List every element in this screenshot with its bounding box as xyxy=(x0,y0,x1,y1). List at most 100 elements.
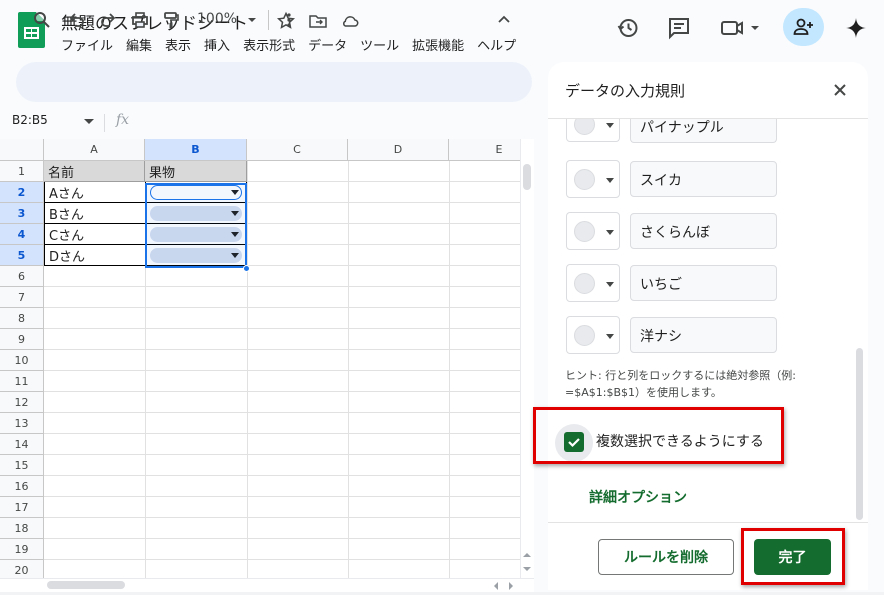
scroll-left-icon[interactable] xyxy=(492,581,500,591)
row-header-8[interactable]: 8 xyxy=(0,308,44,329)
menu-help[interactable]: ヘルプ xyxy=(477,35,516,54)
menu-tools[interactable]: ツール xyxy=(360,35,399,54)
column-header-d[interactable]: D xyxy=(348,139,449,161)
vertical-scroll-thumb[interactable] xyxy=(523,164,531,190)
menu-bar: ファイル 編集 表示 挿入 表示形式 データ ツール 拡張機能 ヘルプ xyxy=(61,35,529,54)
chevron-up-icon[interactable] xyxy=(494,10,514,30)
undo-icon[interactable] xyxy=(67,10,87,30)
cell-a1[interactable]: 名前 xyxy=(44,161,145,182)
row-header-7[interactable]: 7 xyxy=(0,287,44,308)
row-header-14[interactable]: 14 xyxy=(0,434,44,455)
vertical-scrollbar[interactable] xyxy=(520,139,534,579)
cloud-status-icon[interactable] xyxy=(340,11,360,31)
option-input-5[interactable]: 洋ナシ xyxy=(630,317,777,353)
row-header-3[interactable]: 3 xyxy=(0,203,44,224)
dropdown-chip[interactable] xyxy=(150,227,242,242)
row-header-17[interactable]: 17 xyxy=(0,497,44,518)
cell-a5[interactable]: Dさん xyxy=(44,245,146,266)
cell-b4-dropdown[interactable] xyxy=(145,224,247,245)
row-header-1[interactable]: 1 xyxy=(0,161,44,182)
multi-select-label[interactable]: 複数選択できるようにする xyxy=(596,431,764,451)
multi-select-checkbox[interactable] xyxy=(564,432,584,452)
search-icon[interactable] xyxy=(32,10,52,30)
row-header-12[interactable]: 12 xyxy=(0,392,44,413)
chevron-down-icon xyxy=(606,123,614,128)
fill-handle[interactable] xyxy=(243,265,250,272)
panel-scrollbar[interactable] xyxy=(856,348,863,520)
cell-b1[interactable]: 果物 xyxy=(145,161,247,182)
close-icon[interactable] xyxy=(831,81,849,99)
color-swatch xyxy=(574,169,595,190)
cell-b5-dropdown[interactable] xyxy=(145,245,247,266)
scroll-down-icon[interactable] xyxy=(522,565,532,573)
column-header-c[interactable]: C xyxy=(247,139,348,161)
row-header-11[interactable]: 11 xyxy=(0,371,44,392)
redo-icon[interactable] xyxy=(98,10,118,30)
menu-insert[interactable]: 挿入 xyxy=(204,35,230,54)
cell-a2[interactable]: Aさん xyxy=(44,182,146,203)
namebox-dropdown-icon[interactable] xyxy=(84,119,94,125)
cell-b3-dropdown[interactable] xyxy=(145,203,247,224)
scroll-up-icon[interactable] xyxy=(522,551,532,559)
select-all-corner[interactable] xyxy=(0,139,44,161)
meet-video-icon[interactable] xyxy=(720,16,762,40)
dropdown-arrow-icon[interactable] xyxy=(231,232,239,237)
zoom-select[interactable]: 100% xyxy=(197,11,237,27)
row-header-2[interactable]: 2 xyxy=(0,182,44,203)
menu-file[interactable]: ファイル xyxy=(61,35,113,54)
menu-data[interactable]: データ xyxy=(308,35,347,54)
dropdown-arrow-icon[interactable] xyxy=(231,253,239,258)
column-header-a[interactable]: A xyxy=(44,139,145,161)
menu-format[interactable]: 表示形式 xyxy=(243,35,295,54)
comments-icon[interactable] xyxy=(667,16,691,40)
dropdown-chip[interactable] xyxy=(150,185,242,200)
row-header-13[interactable]: 13 xyxy=(0,413,44,434)
option-color-picker[interactable] xyxy=(566,264,620,302)
cell-b2-dropdown[interactable] xyxy=(145,182,247,203)
advanced-options-link[interactable]: 詳細オプション xyxy=(589,487,687,507)
row-header-4[interactable]: 4 xyxy=(0,224,44,245)
option-color-picker[interactable] xyxy=(566,212,620,250)
paint-format-icon[interactable] xyxy=(161,10,181,30)
row-header-6[interactable]: 6 xyxy=(0,266,44,287)
option-input-3[interactable]: さくらんぼ xyxy=(630,213,777,249)
dropdown-chip[interactable] xyxy=(150,206,242,221)
horizontal-scroll-thumb[interactable] xyxy=(47,581,125,589)
done-button[interactable]: 完了 xyxy=(754,539,831,575)
row-header-19[interactable]: 19 xyxy=(0,539,44,560)
row-header-20[interactable]: 20 xyxy=(0,560,44,579)
move-folder-icon[interactable] xyxy=(308,11,328,31)
scroll-right-icon[interactable] xyxy=(507,581,515,591)
column-header-b[interactable]: B xyxy=(145,139,247,161)
check-icon xyxy=(568,438,580,448)
cell-a3[interactable]: Bさん xyxy=(44,203,146,224)
option-input-2[interactable]: スイカ xyxy=(630,161,777,197)
menu-extensions[interactable]: 拡張機能 xyxy=(412,35,464,54)
row-header-16[interactable]: 16 xyxy=(0,476,44,497)
print-icon[interactable] xyxy=(130,10,150,30)
dropdown-arrow-icon[interactable] xyxy=(231,190,239,195)
column-header-e[interactable]: E xyxy=(449,139,520,161)
dropdown-arrow-icon[interactable] xyxy=(231,211,239,216)
gemini-sparkle-icon[interactable] xyxy=(844,16,868,40)
option-color-picker[interactable] xyxy=(566,316,620,354)
row-header-15[interactable]: 15 xyxy=(0,455,44,476)
name-box[interactable]: B2:B5 xyxy=(12,113,48,127)
spreadsheet-grid[interactable]: A B C D E 1 2 3 4 5 6 7 8 9 10 11 12 13 14 15 16 17 18 19 2… xyxy=(0,139,520,579)
color-swatch xyxy=(574,221,595,242)
row-header-5[interactable]: 5 xyxy=(0,245,44,266)
more-vert-icon[interactable] xyxy=(279,10,299,30)
menu-view[interactable]: 表示 xyxy=(165,35,191,54)
cell-a4[interactable]: Cさん xyxy=(44,224,146,245)
row-header-9[interactable]: 9 xyxy=(0,329,44,350)
share-button[interactable] xyxy=(783,8,824,46)
row-header-10[interactable]: 10 xyxy=(0,350,44,371)
option-color-picker[interactable] xyxy=(566,160,620,198)
remove-rule-button[interactable]: ルールを削除 xyxy=(598,539,734,575)
option-input-4[interactable]: いちご xyxy=(630,265,777,301)
menu-edit[interactable]: 編集 xyxy=(126,35,152,54)
history-icon[interactable] xyxy=(616,16,640,40)
chevron-down-icon[interactable] xyxy=(242,10,262,30)
dropdown-chip[interactable] xyxy=(150,248,242,263)
row-header-18[interactable]: 18 xyxy=(0,518,44,539)
